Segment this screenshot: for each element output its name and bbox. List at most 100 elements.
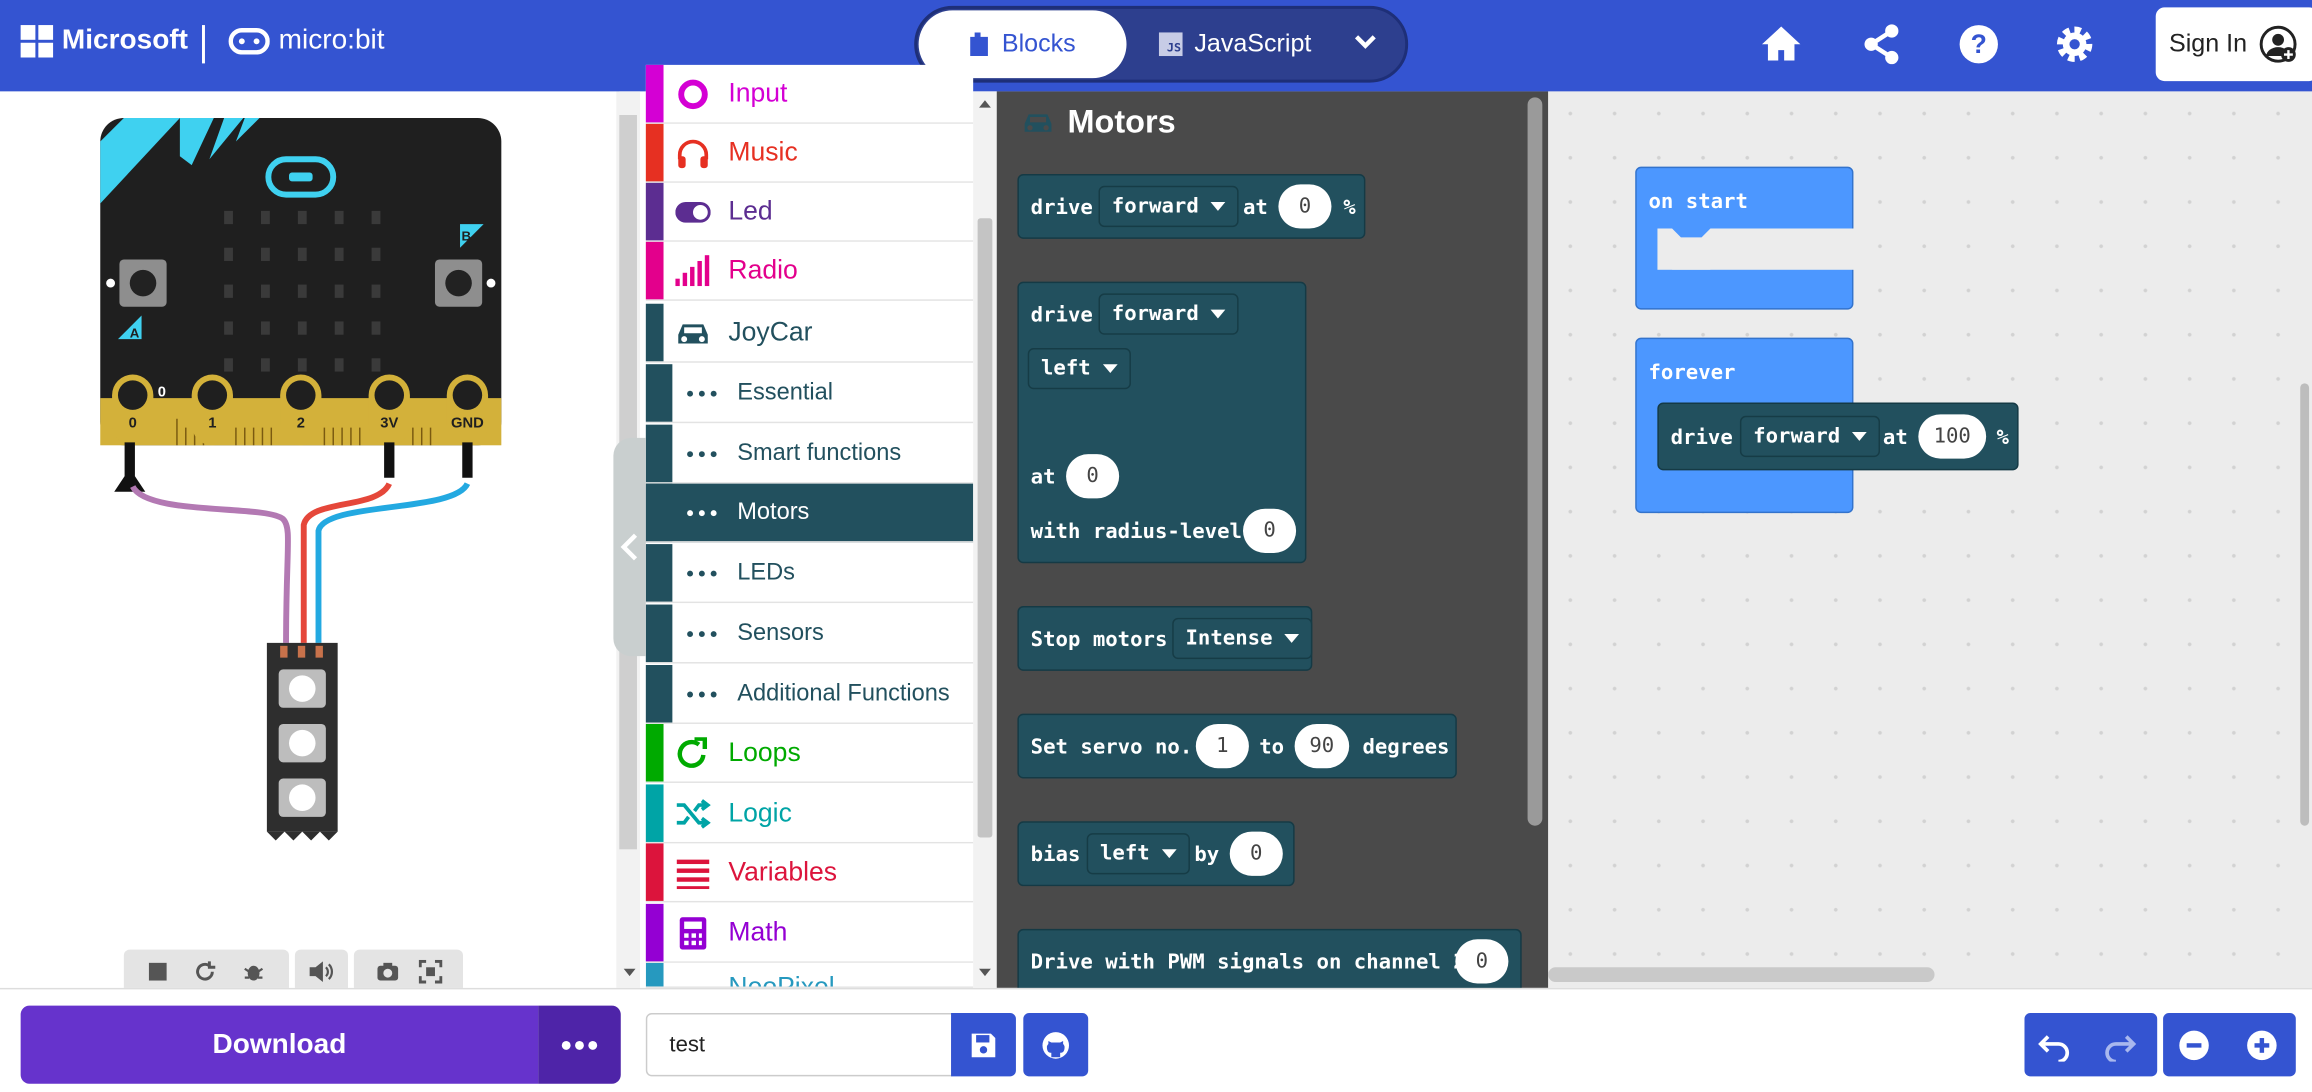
speed-input[interactable]: 0 xyxy=(1278,184,1332,229)
subcategory-essential[interactable]: Essential xyxy=(645,364,974,424)
puzzle-icon xyxy=(970,32,989,57)
block-text: drive xyxy=(1030,196,1093,220)
drive-at-block[interactable]: drive forward at 0 % xyxy=(1017,173,1366,239)
subcategory-label: Motors xyxy=(737,499,810,525)
workspace-horizontal-scrollbar[interactable] xyxy=(1548,967,1935,983)
redo-button[interactable] xyxy=(2101,1029,2137,1069)
category-label: Music xyxy=(728,137,798,167)
stop-motors-block[interactable]: Stop motors Intense xyxy=(1017,606,1313,671)
direction-dropdown[interactable]: forward xyxy=(1739,415,1881,458)
tab-javascript[interactable]: JS JavaScript xyxy=(1158,10,1311,78)
save-button[interactable] xyxy=(951,1012,1016,1077)
pin-gnd[interactable] xyxy=(446,374,489,446)
pin-1[interactable] xyxy=(191,374,233,446)
bias-input[interactable]: 0 xyxy=(1229,831,1283,876)
settings-button[interactable] xyxy=(2053,22,2097,66)
collapse-simulator-button[interactable] xyxy=(613,437,646,657)
share-icon xyxy=(1864,24,1899,65)
button-a[interactable] xyxy=(119,259,167,307)
share-button[interactable] xyxy=(1859,22,1903,66)
restart-icon[interactable] xyxy=(193,960,217,984)
toolbox-scroll-thumb[interactable] xyxy=(977,218,993,838)
category-logic[interactable]: Logic xyxy=(645,784,974,844)
speed-input[interactable]: 0 xyxy=(1066,454,1120,499)
subcategory-additional-functions[interactable]: Additional Functions xyxy=(645,664,974,724)
button-b[interactable] xyxy=(434,259,483,307)
category-music[interactable]: Music xyxy=(645,123,974,183)
project-name-input[interactable] xyxy=(645,1012,953,1077)
scroll-down-icon[interactable] xyxy=(622,967,637,979)
category-loops[interactable]: Loops xyxy=(645,723,974,783)
microsoft-logo[interactable]: Microsoft xyxy=(20,25,188,58)
servo-degrees-input[interactable]: 90 xyxy=(1294,723,1349,769)
pin-2[interactable] xyxy=(280,374,322,446)
zoom-out-button[interactable] xyxy=(2178,1029,2210,1069)
set-servo-block[interactable]: Set servo no. 1 to 90 degrees xyxy=(1017,713,1457,779)
download-more-button[interactable] xyxy=(538,1005,621,1084)
pwm-input[interactable]: 0 xyxy=(1455,939,1509,984)
stop-mode-dropdown[interactable]: Intense xyxy=(1172,617,1313,660)
category-neopixel[interactable]: NeoPixel xyxy=(645,962,974,988)
calculator-icon xyxy=(679,917,707,950)
category-label: Logic xyxy=(728,797,792,828)
microbit-logo[interactable]: micro:bit xyxy=(228,25,385,57)
dropdown-arrow-icon xyxy=(1161,849,1177,859)
block-text: at xyxy=(1243,196,1268,220)
drive-at-block[interactable]: drive forward at 100 % xyxy=(1657,402,2019,471)
category-input[interactable]: Input xyxy=(645,64,974,124)
category-variables[interactable]: Variables xyxy=(645,843,974,903)
pin-label: GND xyxy=(451,416,484,432)
flyout-scrollbar[interactable] xyxy=(1527,97,1543,826)
category-radio[interactable]: Radio xyxy=(645,241,974,301)
radius-input[interactable]: 0 xyxy=(1243,508,1297,553)
zoom-in-button[interactable] xyxy=(2246,1029,2278,1069)
subcategory-sensors[interactable]: Sensors xyxy=(645,604,974,664)
microbit-board[interactable]: A B 0 1 2 3V GND 0 xyxy=(88,106,530,858)
servo-number-input[interactable]: 1 xyxy=(1195,723,1249,769)
workspace-vertical-scrollbar[interactable] xyxy=(2300,383,2310,826)
screenshot-icon[interactable] xyxy=(375,961,399,982)
block-text: Set servo no. xyxy=(1030,735,1193,760)
language-dropdown[interactable] xyxy=(1348,24,1383,67)
direction-dropdown[interactable]: forward xyxy=(1098,293,1239,335)
tab-blocks-label: Blocks xyxy=(1001,29,1076,58)
drive-pwm-block[interactable]: Drive with PWM signals on channel 2 0 xyxy=(1017,928,1522,994)
dropdown-arrow-icon xyxy=(1102,364,1118,374)
category-led[interactable]: Led xyxy=(645,182,974,242)
dropdown-value: left xyxy=(1040,356,1091,381)
on-start-block[interactable]: on start xyxy=(1635,166,1855,310)
pin-3v[interactable] xyxy=(368,374,410,446)
category-label: Variables xyxy=(728,856,838,887)
stop-icon[interactable] xyxy=(148,961,169,982)
wire-signal xyxy=(130,484,291,643)
debug-icon[interactable] xyxy=(241,960,265,984)
subcategory-smart-functions[interactable]: Smart functions xyxy=(645,424,974,484)
subcategory-label: Additional Functions xyxy=(737,680,950,706)
subcategory-label: LEDs xyxy=(737,559,795,585)
home-button[interactable] xyxy=(1759,22,1803,66)
side-dropdown[interactable]: left xyxy=(1027,347,1131,390)
scroll-up-icon[interactable] xyxy=(978,97,993,109)
subcategory-motors[interactable]: Motors xyxy=(645,483,974,543)
github-button[interactable] xyxy=(1023,1012,1089,1077)
subcategory-leds[interactable]: LEDs xyxy=(645,544,974,604)
drive-radius-block[interactable]: drive forward left at 0 with radius-leve… xyxy=(1017,281,1307,564)
scroll-down-icon[interactable] xyxy=(978,967,993,979)
category-math[interactable]: Math xyxy=(645,903,974,963)
fullscreen-icon[interactable] xyxy=(418,959,442,984)
speed-input[interactable]: 100 xyxy=(1918,414,1987,459)
undo-button[interactable] xyxy=(2038,1029,2073,1069)
bias-block[interactable]: bias left by 0 xyxy=(1017,821,1295,887)
help-icon: ? xyxy=(1959,25,1998,64)
more-dots-icon xyxy=(687,631,717,637)
side-dropdown[interactable]: left xyxy=(1086,833,1190,875)
zoom-out-icon xyxy=(2179,1030,2209,1061)
block-text: drive xyxy=(1030,303,1093,328)
download-button[interactable]: Download xyxy=(20,1005,539,1084)
direction-dropdown[interactable]: forward xyxy=(1098,185,1239,228)
category-joycar[interactable]: JoyCar xyxy=(645,303,974,363)
js-icon: JS xyxy=(1158,32,1183,57)
help-button[interactable]: ? xyxy=(1957,22,2001,66)
sign-in-button[interactable]: Sign In xyxy=(2155,7,2312,82)
pin-0[interactable] xyxy=(112,374,154,446)
